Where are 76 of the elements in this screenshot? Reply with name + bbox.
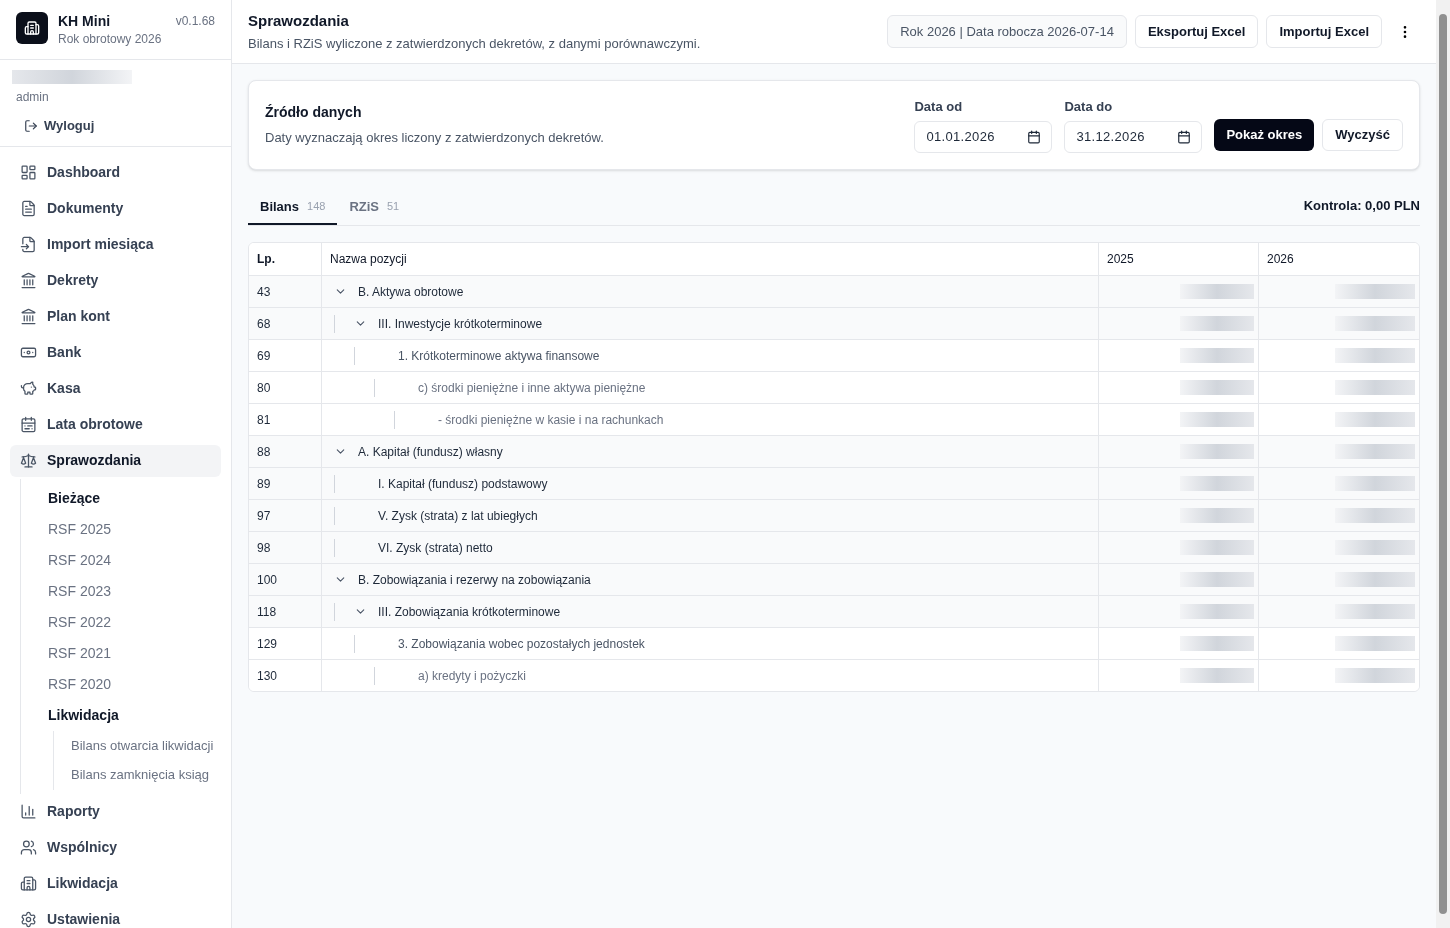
fiscal-year: Rok obrotowy 2026 (58, 31, 163, 48)
nav-subitem[interactable]: RSF 2020 (21, 668, 221, 700)
bar-chart-icon (20, 803, 37, 820)
nav-subitem[interactable]: Bilans otwarcia likwidacji (54, 730, 221, 760)
nav-item[interactable]: Plan kont (10, 300, 221, 333)
header-button[interactable]: Importuj Excel (1266, 15, 1382, 48)
nav-group-heading: Likwidacja (47, 705, 120, 725)
users-icon (20, 839, 37, 856)
calendar-icon[interactable] (1027, 129, 1042, 144)
nav-item[interactable]: Lata obrotowe (10, 408, 221, 441)
tab[interactable]: Bilans 148 (248, 190, 338, 225)
nav-item[interactable]: Import miesiąca (10, 228, 221, 261)
table-cell-text: VI. Zysk (strata) netto (378, 539, 493, 557)
field-label: Data od (914, 98, 964, 117)
logout-icon (24, 118, 38, 133)
nav-item[interactable]: Dashboard (10, 156, 221, 189)
nav-item[interactable]: Sprawozdania (10, 444, 221, 477)
card-description: Daty wyznaczają okres liczony z zatwierdzonych dekretów. (265, 129, 605, 148)
clear-button[interactable]: Wyczyść (1322, 119, 1403, 151)
column-header: 2026 (1266, 251, 1295, 268)
table-cell-text: 1. Krótkoterminowe aktywa finansowe (398, 347, 600, 365)
nav-subitem[interactable]: Bieżące (21, 482, 221, 514)
table-cell-text: V. Zysk (strata) z lat ubiegłych (378, 507, 538, 525)
table-cell-text: III. Inwestycje krótkoterminowe (378, 315, 543, 333)
table-cell-text: I. Kapitał (fundusz) podstawowy (378, 475, 548, 493)
table-cell-text: III. Zobowiązania krótkoterminowe (378, 603, 561, 621)
table-cell-text: c) środki pieniężne i inne aktywa pieniężne (418, 379, 646, 397)
table-cell-text: B. Zobowiązania i rezerwy na zobowiązania (358, 571, 591, 589)
date-field[interactable]: 31.12.2026 (1064, 120, 1203, 153)
date-field[interactable]: 01.01.2026 (914, 120, 1053, 153)
bank-building-icon (20, 308, 37, 325)
dashboard-icon (20, 164, 37, 181)
card-title: Źródło danych (265, 103, 363, 123)
header-button[interactable]: Eksportuj Excel (1134, 15, 1259, 48)
nav-item[interactable]: Dokumenty (10, 192, 221, 225)
scrollbar[interactable] (1436, 0, 1450, 928)
building-icon (20, 875, 37, 892)
document-icon (20, 200, 37, 217)
fiscal-context-badge: Rok 2026 | Data robocza 2026-07-14 (887, 15, 1127, 48)
nav-subitem[interactable]: Bilans zamknięcia ksiąg (54, 760, 221, 790)
app-version: v0.1.68 (175, 13, 215, 30)
nav-item[interactable]: Dekrety (10, 264, 221, 297)
nav-item[interactable]: Bank (10, 336, 221, 369)
table-cell-text: a) kredyty i pożyczki (418, 667, 527, 685)
logo-icon (16, 12, 48, 44)
piggy-bank-icon (20, 380, 37, 397)
file-import-icon (20, 236, 37, 253)
table-cell-text: 3. Zobowiązania wobec pozostałych jednostek (398, 635, 645, 653)
nav-item[interactable]: Wspólnicy (10, 831, 221, 864)
field-label: Data do (1064, 98, 1114, 117)
nav-subitem[interactable]: RSF 2023 (21, 575, 221, 607)
page-title: Sprawozdania (248, 10, 350, 31)
table-cell-text: A. Kapitał (fundusz) własny (358, 443, 503, 461)
logout-button[interactable]: Wyloguj (12, 116, 95, 136)
nav-subitem[interactable]: RSF 2022 (21, 606, 221, 638)
control-total: Kontrola: 0,00 PLN (1303, 196, 1420, 215)
table-cell: 130 (249, 660, 322, 691)
calendar-icon[interactable] (1177, 129, 1192, 144)
settings-icon (20, 911, 37, 928)
tab[interactable]: RZiS 51 (337, 190, 412, 225)
scale-icon (20, 452, 37, 469)
calendar-icon (20, 416, 37, 433)
nav-subitem[interactable]: RSF 2024 (21, 544, 221, 576)
page-subtitle: Bilans i RZiS wyliczone z zatwierdzonych dekretów, z danymi porównawczymi. (248, 35, 702, 53)
nav-item[interactable]: Kasa (10, 372, 221, 405)
table-cell-text: B. Aktywa obrotowe (358, 283, 464, 301)
app-name: KH Mini (58, 12, 112, 30)
nav-subitem[interactable]: RSF 2025 (21, 513, 221, 545)
bank-building-icon (20, 272, 37, 289)
nav-item[interactable]: Raporty (10, 795, 221, 828)
user-role: admin (15, 89, 50, 106)
show-period-button[interactable]: Pokaż okres (1214, 119, 1315, 151)
nav-item[interactable]: Likwidacja (10, 867, 221, 900)
table-cell-text: - środki pieniężne w kasie i na rachunkach (438, 411, 664, 429)
nav-subitem[interactable]: RSF 2021 (21, 637, 221, 669)
nav-item[interactable]: Ustawienia (10, 903, 221, 928)
